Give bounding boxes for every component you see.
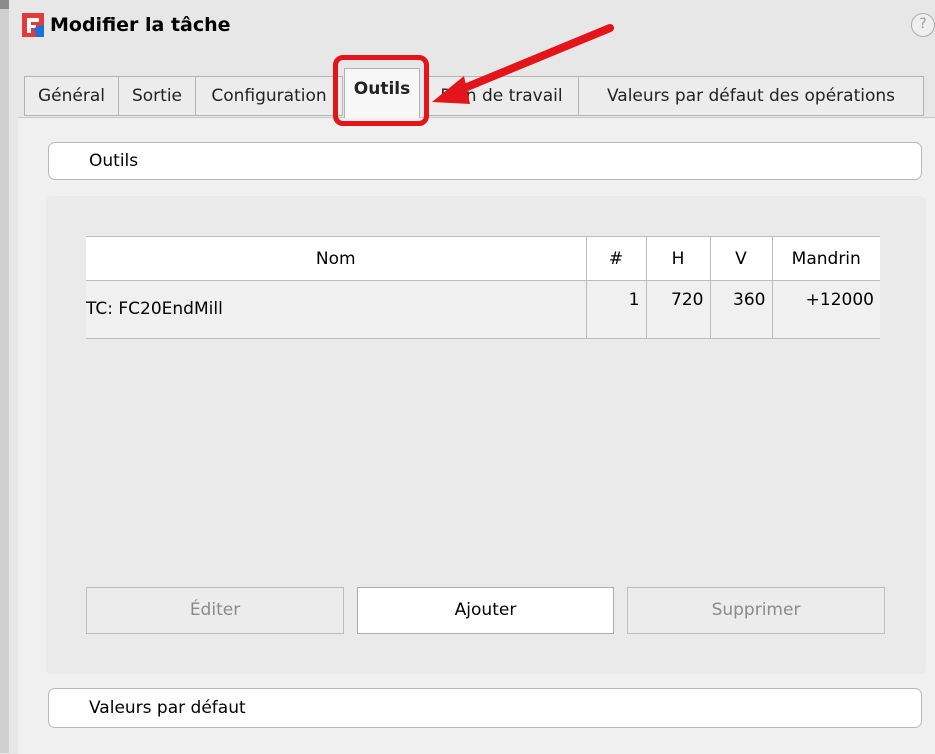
edit-button[interactable]: Éditer	[86, 587, 344, 634]
help-icon[interactable]: ?	[911, 13, 935, 37]
tab-sortie[interactable]: Sortie	[118, 76, 196, 116]
tools-table: Nom # H V Mandrin TC: FC20EndMill 1 720 …	[86, 236, 880, 339]
tool-name-cell[interactable]: TC: FC20EndMill	[86, 280, 586, 339]
tool-v-cell[interactable]: 360	[709, 280, 772, 339]
column-header-h[interactable]: H	[645, 236, 710, 281]
tool-h-cell[interactable]: 720	[645, 280, 710, 339]
tab-outils[interactable]: Outils	[344, 68, 420, 118]
left-window-edge	[0, 0, 9, 753]
table-row[interactable]: TC: FC20EndMill 1 720 360 +12000	[86, 280, 880, 339]
column-header-nom[interactable]: Nom	[86, 236, 586, 281]
window-corner	[0, 0, 9, 9]
dialog-title: Modifier la tâche	[50, 14, 231, 36]
tab-valeurs-par-defaut-operations[interactable]: Valeurs par défaut des opérations	[578, 76, 924, 116]
add-button[interactable]: Ajouter	[357, 587, 614, 634]
column-header-v[interactable]: V	[709, 236, 772, 281]
tool-spindle-cell[interactable]: +12000	[771, 280, 880, 339]
tab-general[interactable]: Général	[24, 76, 119, 116]
tab-plan-de-travail[interactable]: Plan de travail	[424, 76, 579, 116]
defaults-section-header[interactable]: Valeurs par défaut	[48, 688, 922, 728]
column-header-number[interactable]: #	[585, 236, 646, 281]
column-header-mandrin[interactable]: Mandrin	[771, 236, 880, 281]
tab-configuration[interactable]: Configuration	[195, 76, 343, 116]
freecad-app-icon	[22, 13, 44, 37]
delete-button[interactable]: Supprimer	[627, 587, 885, 634]
tool-number-cell[interactable]: 1	[585, 280, 646, 339]
tools-section-header[interactable]: Outils	[48, 142, 922, 180]
